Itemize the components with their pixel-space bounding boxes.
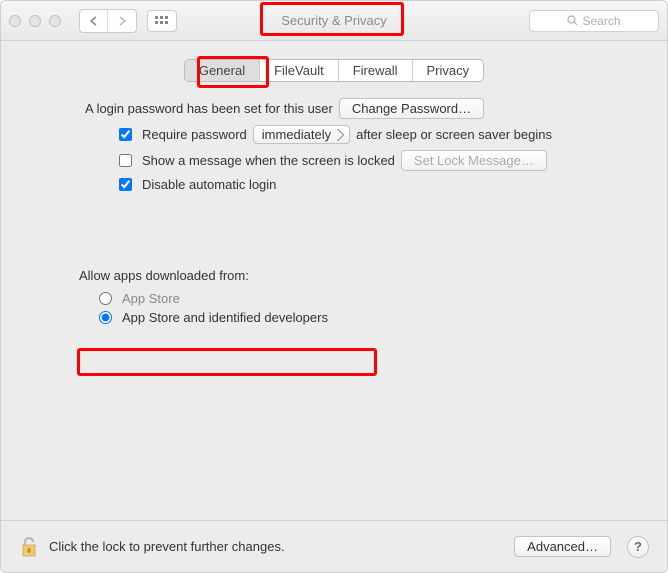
- content-area: General FileVault Firewall Privacy A log…: [1, 41, 667, 520]
- require-password-label: Require password: [142, 127, 247, 142]
- tabs: General FileVault Firewall Privacy: [19, 59, 649, 82]
- allow-apps-section: Allow apps downloaded from: App Store Ap…: [19, 268, 649, 329]
- allow-apps-identified-option[interactable]: App Store and identified developers: [99, 310, 649, 325]
- tab-firewall[interactable]: Firewall: [339, 60, 413, 81]
- advanced-button[interactable]: Advanced…: [514, 536, 611, 557]
- require-password-suffix: after sleep or screen saver begins: [356, 127, 552, 142]
- login-password-section: A login password has been set for this u…: [25, 98, 643, 198]
- require-password-delay-select[interactable]: immediately: [253, 125, 350, 144]
- allow-apps-appstore-option[interactable]: App Store: [99, 291, 649, 306]
- close-window-button[interactable]: [9, 15, 21, 27]
- help-button[interactable]: ?: [627, 536, 649, 558]
- back-button[interactable]: [80, 10, 108, 32]
- allow-apps-appstore-label: App Store: [122, 291, 180, 306]
- lock-icon[interactable]: [19, 535, 39, 559]
- disable-auto-login-label: Disable automatic login: [142, 177, 276, 192]
- search-input[interactable]: Search: [529, 10, 659, 32]
- footer: Click the lock to prevent further change…: [1, 520, 667, 572]
- security-privacy-window: Security & Privacy Search General FileVa…: [0, 0, 668, 573]
- show-all-button[interactable]: [147, 10, 177, 32]
- allow-apps-appstore-radio[interactable]: [99, 292, 112, 305]
- zoom-window-button[interactable]: [49, 15, 61, 27]
- window-title: Security & Privacy: [281, 13, 386, 28]
- forward-button[interactable]: [108, 10, 136, 32]
- tab-privacy[interactable]: Privacy: [413, 60, 484, 81]
- minimize-window-button[interactable]: [29, 15, 41, 27]
- search-placeholder: Search: [582, 14, 620, 28]
- change-password-button[interactable]: Change Password…: [339, 98, 484, 119]
- titlebar: Security & Privacy Search: [1, 1, 667, 41]
- window-controls: [9, 15, 61, 27]
- disable-auto-login-checkbox[interactable]: [119, 178, 132, 191]
- tab-filevault[interactable]: FileVault: [260, 60, 339, 81]
- allow-apps-identified-label: App Store and identified developers: [122, 310, 328, 325]
- set-lock-message-button[interactable]: Set Lock Message…: [401, 150, 547, 171]
- lock-help-text: Click the lock to prevent further change…: [49, 539, 285, 554]
- login-password-text: A login password has been set for this u…: [85, 101, 333, 116]
- show-message-label: Show a message when the screen is locked: [142, 153, 395, 168]
- nav-buttons: [79, 9, 137, 33]
- show-message-checkbox[interactable]: [119, 154, 132, 167]
- allow-apps-identified-radio[interactable]: [99, 311, 112, 324]
- tab-general[interactable]: General: [185, 60, 260, 81]
- allow-apps-heading: Allow apps downloaded from:: [79, 268, 649, 283]
- require-password-checkbox[interactable]: [119, 128, 132, 141]
- search-icon: [567, 15, 578, 26]
